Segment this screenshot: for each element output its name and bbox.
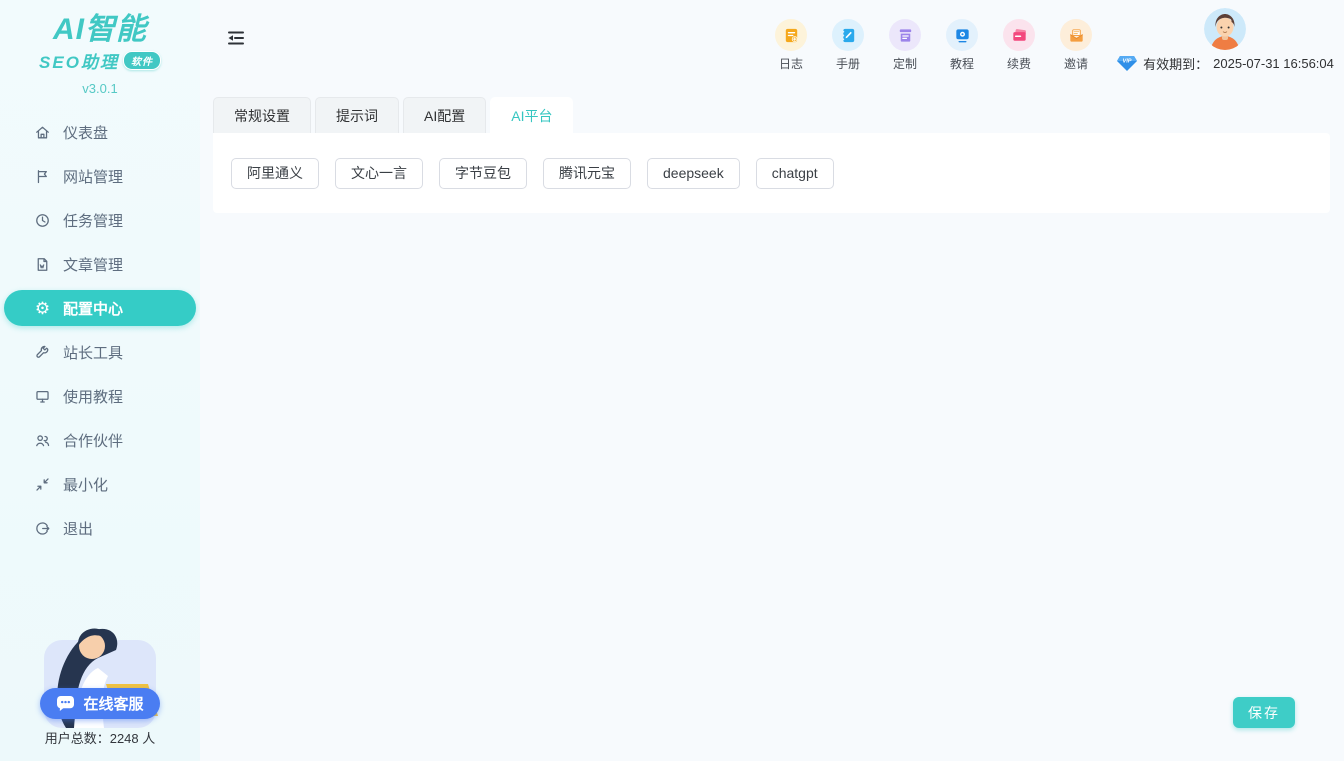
- header-action-label: 日志: [779, 55, 803, 72]
- monitor-icon: [34, 388, 51, 405]
- sidebar-item-minimize[interactable]: 最小化: [0, 462, 200, 506]
- invite-icon: [1060, 19, 1092, 51]
- user-profile: VIP 有效期到： 2025-07-31 16:56:04: [1119, 8, 1331, 73]
- platform-list: 阿里通义 文心一言 字节豆包 腾讯元宝 deepseek chatgpt: [231, 158, 834, 189]
- header-action-custom[interactable]: 定制: [887, 19, 923, 72]
- sidebar-item-label: 任务管理: [63, 210, 123, 231]
- sidebar-item-tutorial[interactable]: 使用教程: [0, 374, 200, 418]
- tutorial-icon: [946, 19, 978, 51]
- minimize-icon: [34, 476, 51, 493]
- vip-expiry-value: 2025-07-31 16:56:04: [1213, 56, 1334, 71]
- article-icon: [34, 256, 51, 273]
- sidebar-item-label: 合作伙伴: [63, 430, 123, 451]
- header-action-label: 续费: [1007, 55, 1031, 72]
- app-window: AI智能 SEO助理 软件 v3.0.1 仪表盘 网站管理 任务管理 文章管: [0, 0, 1344, 761]
- online-service-button[interactable]: 在线客服: [40, 688, 160, 719]
- sidebar-nav: 仪表盘 网站管理 任务管理 文章管理 ⚙ 配置中心 站长工具: [0, 110, 200, 550]
- sidebar-item-article-management[interactable]: 文章管理: [0, 242, 200, 286]
- sidebar-item-label: 仪表盘: [63, 122, 108, 143]
- ai-platform-panel: 阿里通义 文心一言 字节豆包 腾讯元宝 deepseek chatgpt: [213, 133, 1330, 213]
- header-action-log[interactable]: 日志: [773, 19, 809, 72]
- tab-prompt-words[interactable]: 提示词: [315, 97, 399, 133]
- sidebar-item-task-management[interactable]: 任务管理: [0, 198, 200, 242]
- sidebar-item-label: 站长工具: [63, 342, 123, 363]
- header-action-manual[interactable]: 手册: [830, 19, 866, 72]
- header-action-tutorial[interactable]: 教程: [944, 19, 980, 72]
- vip-gem-icon: VIP: [1116, 55, 1138, 72]
- header-action-renew[interactable]: 续费: [1001, 19, 1037, 72]
- svg-text:VIP: VIP: [1123, 59, 1132, 65]
- tab-ai-platform[interactable]: AI平台: [490, 97, 573, 133]
- logout-icon: [34, 520, 51, 537]
- platform-button-doubao[interactable]: 字节豆包: [439, 158, 527, 189]
- tab-ai-config[interactable]: AI配置: [403, 97, 486, 133]
- chat-bubble-icon: [56, 695, 75, 712]
- vip-expiry-label: 有效期到：: [1143, 54, 1208, 73]
- sidebar-collapse-icon[interactable]: [225, 28, 247, 50]
- sidebar-item-label: 文章管理: [63, 254, 123, 275]
- header-action-invite[interactable]: 邀请: [1058, 19, 1094, 72]
- wrench-icon: [34, 344, 51, 361]
- logo-badge: 软件: [123, 51, 161, 70]
- tab-label: AI配置: [424, 106, 465, 126]
- sidebar-item-dashboard[interactable]: 仪表盘: [0, 110, 200, 154]
- sidebar-item-label: 使用教程: [63, 386, 123, 407]
- save-button[interactable]: 保存: [1233, 697, 1295, 728]
- sidebar-item-partners[interactable]: 合作伙伴: [0, 418, 200, 462]
- header-action-label: 手册: [836, 55, 860, 72]
- sidebar-item-label: 配置中心: [63, 298, 123, 319]
- platform-button-chatgpt[interactable]: chatgpt: [756, 158, 834, 189]
- tab-label: 提示词: [336, 106, 378, 126]
- custom-icon: [889, 19, 921, 51]
- manual-icon: [832, 19, 864, 51]
- sidebar-item-label: 最小化: [63, 474, 108, 495]
- sidebar-item-exit[interactable]: 退出: [0, 506, 200, 550]
- platform-button-deepseek[interactable]: deepseek: [647, 158, 740, 189]
- log-icon: [775, 19, 807, 51]
- gear-icon: ⚙: [34, 300, 51, 317]
- sidebar-item-config-center[interactable]: ⚙ 配置中心: [4, 290, 196, 326]
- tab-general-settings[interactable]: 常规设置: [213, 97, 311, 133]
- vip-expiry: VIP 有效期到： 2025-07-31 16:56:04: [1116, 54, 1334, 73]
- logo-title: AI智能: [0, 14, 200, 46]
- partners-icon: [34, 432, 51, 449]
- sidebar-item-webmaster-tools[interactable]: 站长工具: [0, 330, 200, 374]
- flag-icon: [34, 168, 51, 185]
- renew-icon: [1003, 19, 1035, 51]
- home-icon: [34, 124, 51, 141]
- header-action-label: 定制: [893, 55, 917, 72]
- customer-service-card: 在线客服 用户总数：2248 人: [0, 604, 200, 747]
- avatar[interactable]: [1204, 8, 1246, 50]
- settings-tabs: 常规设置 提示词 AI配置 AI平台: [213, 97, 573, 133]
- tab-label: 常规设置: [234, 106, 290, 126]
- app-logo: AI智能 SEO助理 软件: [0, 0, 200, 73]
- tab-label: AI平台: [511, 106, 552, 126]
- platform-button-tencent-yuanbao[interactable]: 腾讯元宝: [543, 158, 631, 189]
- header-action-label: 邀请: [1064, 55, 1088, 72]
- sidebar-item-website-management[interactable]: 网站管理: [0, 154, 200, 198]
- clock-icon: [34, 212, 51, 229]
- header-actions: 日志 手册 定制 教程: [773, 19, 1094, 72]
- sidebar: AI智能 SEO助理 软件 v3.0.1 仪表盘 网站管理 任务管理 文章管: [0, 0, 200, 761]
- platform-button-ali-tongyi[interactable]: 阿里通义: [231, 158, 319, 189]
- header-action-label: 教程: [950, 55, 974, 72]
- online-service-label: 在线客服: [83, 693, 143, 714]
- user-count-text: 用户总数：2248 人: [45, 728, 156, 747]
- logo-subtitle: SEO助理: [39, 48, 119, 73]
- sidebar-item-label: 网站管理: [63, 166, 123, 187]
- platform-button-wenxin-yiyan[interactable]: 文心一言: [335, 158, 423, 189]
- sidebar-item-label: 退出: [63, 518, 93, 539]
- app-version: v3.0.1: [0, 81, 200, 96]
- main-content: 日志 手册 定制 教程: [200, 0, 1344, 761]
